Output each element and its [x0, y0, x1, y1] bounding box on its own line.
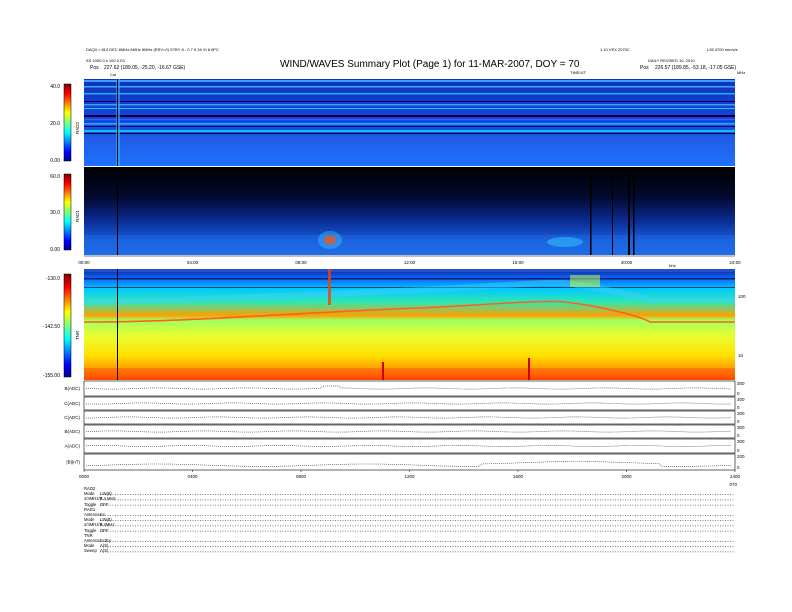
- lower-time-tick-4: 1600: [513, 474, 524, 479]
- trace-label-5: |B|(nT): [66, 460, 80, 465]
- rad1-heatmap: [84, 167, 735, 255]
- lower-time-tick-1: 0400: [187, 474, 198, 479]
- time-tick-6: 24:00: [729, 260, 741, 265]
- tnr-tick-bot: -155.00: [43, 373, 60, 379]
- tnr-axis-label: TNR: [75, 330, 80, 340]
- time-tick-2: 08:00: [295, 260, 307, 265]
- trace-label-3: B(ADC): [65, 429, 81, 434]
- trace-scale-bot-5: 0: [737, 465, 740, 470]
- time-tick-0: 00:00: [78, 260, 90, 265]
- trace-panel-5: [83, 453, 736, 471]
- trace-label-2: C(ADC): [64, 415, 80, 420]
- trace-panel-4: [83, 438, 736, 454]
- lower-time-axis: 0000 0400 0800 1200 1600 2000 2400 070: [79, 474, 741, 487]
- summary-plot: 40.0 20.0 0.00 60.0 30.0 0.00 -130.0 -14…: [43, 79, 746, 553]
- tnr-tick-top: -130.0: [46, 276, 60, 282]
- tnr-right-tick-10: 10: [738, 353, 744, 358]
- trace-scale-bot-2: 0: [737, 419, 740, 424]
- mode-name: Sweep: [84, 548, 97, 554]
- time-tick-1: 04:00: [187, 260, 199, 265]
- rad2-tick-mid: 20.0: [50, 121, 60, 127]
- trace-line-0: [85, 385, 732, 390]
- trace-panel-3: [83, 424, 736, 439]
- trace-line-4: [85, 445, 731, 447]
- rad1-colorbar: [63, 173, 72, 251]
- rad2-axis-label: RAD2: [75, 121, 80, 134]
- rad1-tick-mid: 30.0: [50, 210, 60, 216]
- mode-value: OFF: [100, 501, 109, 507]
- tnr-colorbar: [63, 273, 72, 378]
- trace-scale-top-2: 300: [737, 411, 745, 416]
- tnr-heatmap: [83, 269, 735, 380]
- time-axis-ticks: 00:00 04:00 08:00 12:00 16:00 20:00 24:0…: [78, 260, 741, 265]
- rad2-colorbar: [63, 83, 72, 162]
- trace-panel-2: [83, 410, 736, 425]
- trace-scale-top-5: 200: [737, 454, 745, 459]
- lower-time-tick-2: 0800: [296, 474, 307, 479]
- trace-scale-bot-3: 0: [737, 433, 740, 438]
- rad1-tick-top: 60.0: [50, 174, 60, 180]
- trace-panels: B(ADC)3000C(ADC)3000C(ADC)3000B(ADC)3000…: [64, 380, 745, 472]
- mode-value: OFF: [100, 527, 109, 533]
- time-tick-5: 20:00: [621, 260, 633, 265]
- trace-scale-top-3: 300: [737, 425, 745, 430]
- rad2-heatmap: [84, 79, 735, 166]
- rad2-tick-top: 40.0: [50, 84, 60, 90]
- mode-name: 2/4MHz/P: [84, 496, 103, 502]
- trace-scale-bot-4: 0: [737, 448, 740, 453]
- tnr-tick-mid: -142.50: [43, 324, 60, 330]
- trace-line-2: [86, 416, 732, 419]
- trace-line-5: [85, 461, 732, 467]
- rad2-tick-bot: 0.00: [50, 158, 60, 164]
- lower-time-end-label: 070: [729, 482, 737, 487]
- trace-scale-bot-0: 0: [737, 391, 740, 396]
- trace-scale-top-0: 300: [737, 381, 745, 386]
- lower-time-tick-6: 2400: [730, 474, 741, 479]
- trace-label-1: C(ADC): [64, 401, 80, 406]
- lower-time-tick-0: 0000: [79, 474, 90, 479]
- trace-scale-top-4: 300: [737, 439, 745, 444]
- time-tick-3: 12:00: [404, 260, 416, 265]
- rad1-tick-bot: 0.00: [50, 247, 60, 253]
- trace-label-4: A(ADC): [65, 444, 81, 449]
- trace-line-1: [85, 402, 731, 405]
- trace-panel-1: [83, 396, 736, 411]
- mode-row: Sweep A(S): [84, 549, 108, 553]
- rad1-axis-label: RAD1: [75, 209, 80, 222]
- lower-time-tick-5: 2000: [621, 474, 632, 479]
- mode-name: 2/4MHz/P: [84, 522, 103, 528]
- trace-scale-top-1: 300: [737, 397, 745, 402]
- mode-timelines: [100, 494, 735, 553]
- trace-label-0: B(ADC): [65, 386, 81, 391]
- mode-value: A(S): [100, 548, 109, 554]
- trace-scale-bot-1: 0: [737, 405, 740, 410]
- trace-line-3: [85, 430, 732, 433]
- trace-panel-0: [83, 380, 736, 397]
- lower-time-tick-3: 1200: [404, 474, 415, 479]
- tnr-right-tick-100: 100: [738, 294, 746, 299]
- time-tick-4: 16:00: [512, 260, 524, 265]
